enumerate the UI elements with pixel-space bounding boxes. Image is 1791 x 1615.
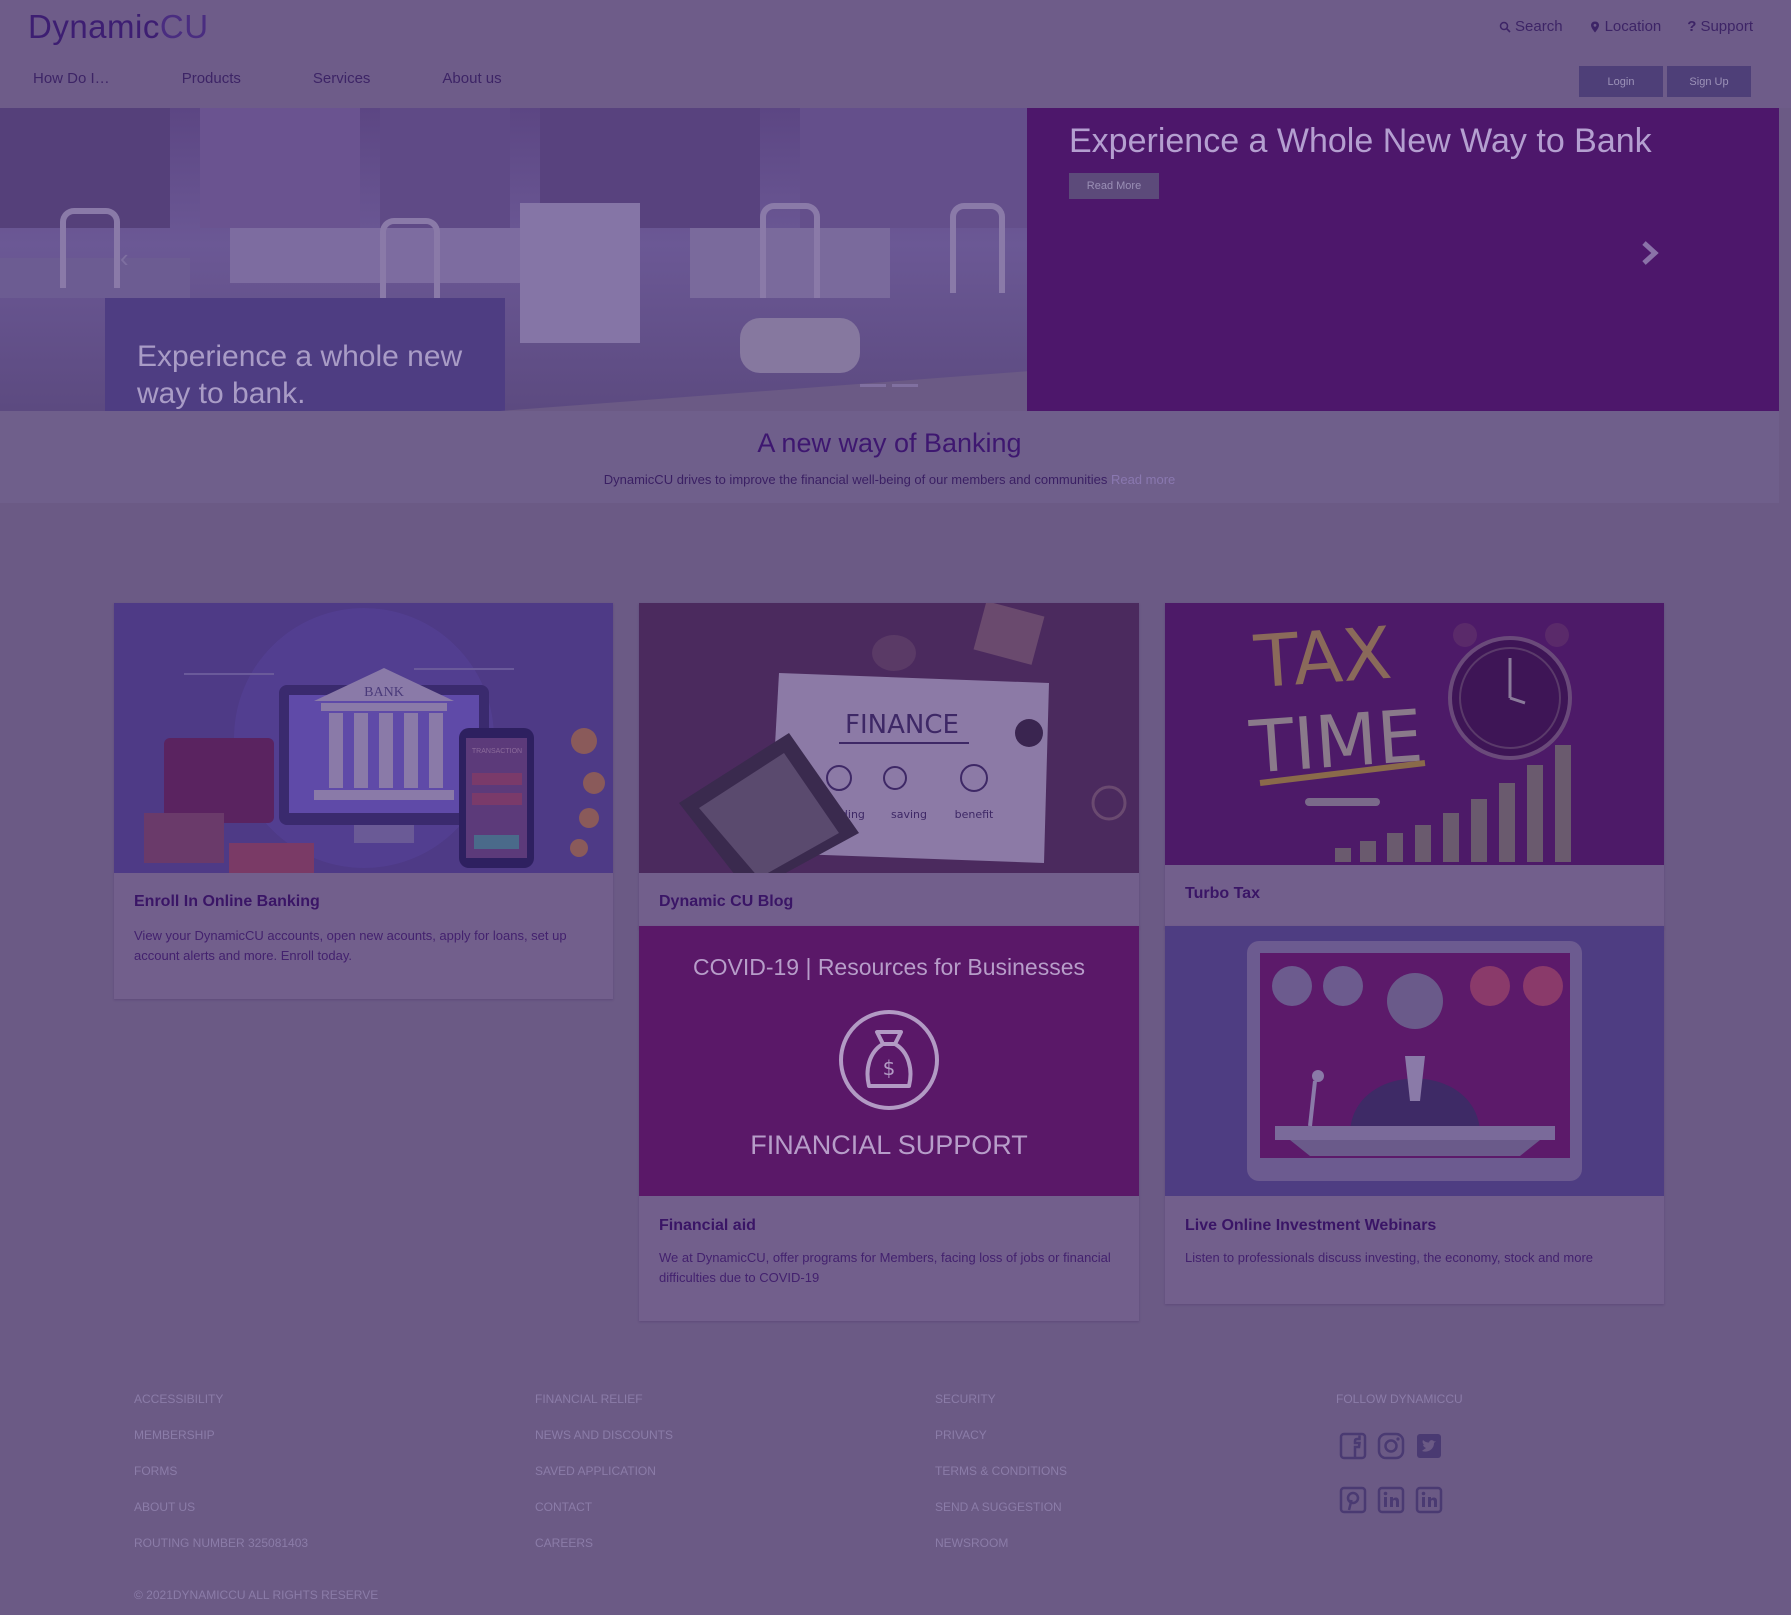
follow-label: FOLLOW DYNAMICCU [1336, 1392, 1463, 1406]
location-pin-icon [1590, 21, 1599, 32]
footer-col-3: SECURITY PRIVACY TERMS & CONDITIONS SEND… [935, 1392, 1067, 1572]
location-label: Location [1604, 18, 1662, 35]
logo[interactable]: DynamicCU [28, 8, 209, 46]
svg-text:benefit: benefit [955, 808, 994, 821]
hero-read-more-button[interactable]: Read More [1069, 173, 1159, 199]
footer-link-news-discounts[interactable]: NEWS AND DISCOUNTS [535, 1428, 673, 1442]
webinar-illustration [1165, 926, 1664, 1196]
auth-buttons: Login Sign Up [1579, 66, 1751, 97]
copyright: © 2021DYNAMICCU ALL RIGHTS RESERVE [134, 1588, 379, 1602]
question-icon: ? [1687, 18, 1697, 35]
utility-nav: Search Location ? Support [1499, 18, 1753, 35]
online-banking-illustration: BANK TRANSACTION [114, 603, 613, 873]
intro-heading: A new way of Banking [757, 428, 1022, 458]
social-icons [1339, 1432, 1443, 1514]
footer-col-4: FOLLOW DYNAMICCU [1336, 1392, 1463, 1428]
turbo-tax-title: Turbo Tax [1185, 885, 1260, 902]
intro-text: DynamicCU drives to improve the financia… [603, 472, 1108, 487]
hero-title: Experience a Whole New Way to Bank [1069, 122, 1652, 160]
search-icon [1499, 21, 1511, 33]
svg-text:saving: saving [891, 808, 927, 821]
online-banking-title: Enroll In Online Banking [134, 893, 320, 910]
nav-services[interactable]: Services [313, 70, 371, 87]
footer-link-suggestion[interactable]: SEND A SUGGESTION [935, 1500, 1067, 1514]
svg-text:TAX: TAX [1251, 611, 1394, 704]
main-nav: How Do I… Products Services About us [33, 70, 574, 87]
search-label: Search [1515, 18, 1563, 35]
blog-title: Dynamic CU Blog [659, 893, 794, 910]
hero-panel: Experience a Whole New Way to Bank Read … [1027, 108, 1779, 411]
support-label: Support [1700, 18, 1753, 35]
footer-link-saved-application[interactable]: SAVED APPLICATION [535, 1464, 673, 1478]
blog-image: FINANCE funding saving benefit [639, 603, 1139, 873]
search-link[interactable]: Search [1499, 18, 1563, 35]
footer-link-security[interactable]: SECURITY [935, 1392, 1067, 1406]
card-online-banking[interactable]: BANK TRANSACTION Enroll In Online Bankin… [114, 603, 613, 999]
logo-main-text: Dynamic [28, 8, 160, 45]
footer-link-privacy[interactable]: PRIVACY [935, 1428, 1067, 1442]
footer-link-terms[interactable]: TERMS & CONDITIONS [935, 1464, 1067, 1478]
nav-about-us[interactable]: About us [442, 70, 501, 87]
money-bag-icon: $ [839, 1010, 939, 1110]
linkedin-icon[interactable] [1415, 1486, 1443, 1514]
footer-link-forms[interactable]: FORMS [134, 1464, 308, 1478]
chevron-left-icon[interactable]: ‹ [120, 243, 129, 274]
svg-text:FINANCE: FINANCE [845, 710, 959, 740]
svg-text:TRANSACTION: TRANSACTION [472, 748, 522, 755]
twitter-icon[interactable] [1415, 1432, 1443, 1460]
logo-accent-text: CU [159, 8, 209, 45]
site-footer: ACCESSIBILITY MEMBERSHIP FORMS ABOUT US … [0, 1352, 1791, 1615]
financial-support-banner: COVID-19 | Resources for Businesses $ FI… [639, 926, 1139, 1196]
card-blog[interactable]: FINANCE funding saving benefit Dynamic C… [639, 603, 1139, 928]
support-link[interactable]: ? Support [1687, 18, 1753, 35]
footer-link-membership[interactable]: MEMBERSHIP [134, 1428, 308, 1442]
card-webinars[interactable]: Live Online Investment Webinars Listen t… [1165, 926, 1664, 1304]
footer-link-accessibility[interactable]: ACCESSIBILITY [134, 1392, 308, 1406]
webinars-title: Live Online Investment Webinars [1185, 1217, 1437, 1234]
linkedin-icon[interactable] [1377, 1486, 1405, 1514]
carousel-dots[interactable] [860, 384, 918, 387]
intro-read-more-link[interactable]: Read more [1111, 472, 1175, 487]
location-link[interactable]: Location [1589, 18, 1662, 35]
financial-aid-title: Financial aid [659, 1217, 756, 1234]
login-button[interactable]: Login [1579, 66, 1663, 97]
tax-time-image: TAX TIME [1165, 603, 1664, 865]
financial-support-label: FINANCIAL SUPPORT [750, 1130, 1028, 1160]
signup-button[interactable]: Sign Up [1667, 66, 1751, 97]
footer-link-contact[interactable]: CONTACT [535, 1500, 673, 1514]
footer-col-2: FINANCIAL RELIEF NEWS AND DISCOUNTS SAVE… [535, 1392, 673, 1572]
hero-image-caption: Experience a whole new way to bank. [137, 340, 463, 410]
svg-text:$: $ [883, 1056, 896, 1080]
footer-link-careers[interactable]: CAREERS [535, 1536, 673, 1550]
financial-aid-text: We at DynamicCU, offer programs for Memb… [659, 1250, 1111, 1285]
footer-link-about-us[interactable]: ABOUT US [134, 1500, 308, 1514]
chevron-right-icon[interactable] [1641, 240, 1659, 266]
intro-section: A new way of Banking DynamicCU drives to… [0, 411, 1779, 503]
svg-text:BANK: BANK [364, 685, 404, 700]
intro-text-line: DynamicCU drives to improve the financia… [0, 472, 1779, 487]
card-turbo-tax[interactable]: TAX TIME Turbo Tax [1165, 603, 1664, 928]
instagram-icon[interactable] [1377, 1432, 1405, 1460]
card-financial-aid[interactable]: COVID-19 | Resources for Businesses $ FI… [639, 926, 1139, 1321]
nav-products[interactable]: Products [182, 70, 241, 87]
pinterest-icon[interactable] [1339, 1486, 1367, 1514]
footer-routing-number: ROUTING NUMBER 325081403 [134, 1536, 309, 1550]
site-header: DynamicCU Search Location ? Support How … [0, 0, 1791, 108]
nav-how-do-i[interactable]: How Do I… [33, 70, 110, 87]
footer-col-1: ACCESSIBILITY MEMBERSHIP FORMS ABOUT US … [134, 1392, 308, 1572]
webinars-text: Listen to professionals discuss investin… [1185, 1250, 1594, 1265]
footer-link-financial-relief[interactable]: FINANCIAL RELIEF [535, 1392, 673, 1406]
hero-carousel: ‹ Experience a whole new way to bank. Ex… [0, 108, 1779, 411]
facebook-icon[interactable] [1339, 1432, 1367, 1460]
covid-banner-header: COVID-19 | Resources for Businesses [692, 954, 1085, 980]
hero-image: ‹ Experience a whole new way to bank. [0, 108, 1027, 411]
online-banking-text: View your DynamicCU accounts, open new a… [134, 928, 567, 963]
footer-link-newsroom[interactable]: NEWSROOM [935, 1536, 1067, 1550]
